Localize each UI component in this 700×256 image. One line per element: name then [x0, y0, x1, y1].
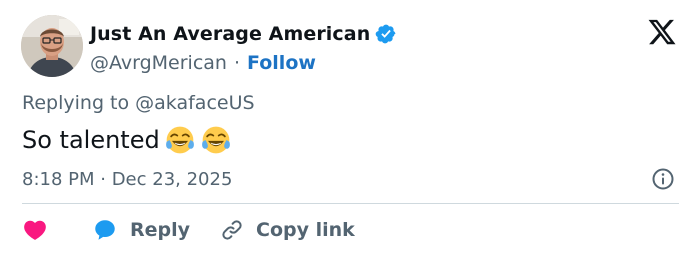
- tears-of-joy-emoji-icon: [164, 124, 196, 156]
- reply-bubble-icon: [92, 217, 118, 243]
- info-icon[interactable]: [651, 167, 675, 191]
- display-name[interactable]: Just An Average American: [90, 23, 370, 45]
- follow-button[interactable]: Follow: [247, 52, 316, 74]
- replying-to[interactable]: Replying to @akafaceUS: [22, 92, 255, 114]
- tweet-body: So talented: [22, 126, 160, 154]
- tweet-card: Just An Average American @AvrgMerican · …: [0, 0, 700, 256]
- verified-badge-icon: [375, 23, 397, 45]
- divider: [22, 203, 679, 204]
- reply-label: Reply: [130, 219, 191, 241]
- tweet-text: So talented: [22, 122, 232, 158]
- copy-link-button[interactable]: Copy link: [220, 218, 355, 242]
- timestamp[interactable]: 8:18 PM · Dec 23, 2025: [22, 166, 232, 192]
- like-button[interactable]: [22, 217, 48, 243]
- author-block: Just An Average American @AvrgMerican · …: [90, 21, 397, 76]
- reply-button[interactable]: Reply: [92, 217, 190, 243]
- copy-link-label: Copy link: [256, 219, 355, 241]
- x-logo-icon[interactable]: [646, 17, 678, 47]
- name-row: Just An Average American: [90, 21, 397, 47]
- separator-dot: ·: [233, 52, 241, 74]
- link-icon: [220, 218, 244, 242]
- handle-row: @AvrgMerican · Follow: [90, 50, 397, 76]
- action-bar: Reply Copy link: [22, 214, 355, 246]
- tears-of-joy-emoji-icon: [200, 124, 232, 156]
- avatar[interactable]: [21, 15, 83, 77]
- handle[interactable]: @AvrgMerican: [90, 52, 227, 74]
- heart-icon: [22, 217, 48, 243]
